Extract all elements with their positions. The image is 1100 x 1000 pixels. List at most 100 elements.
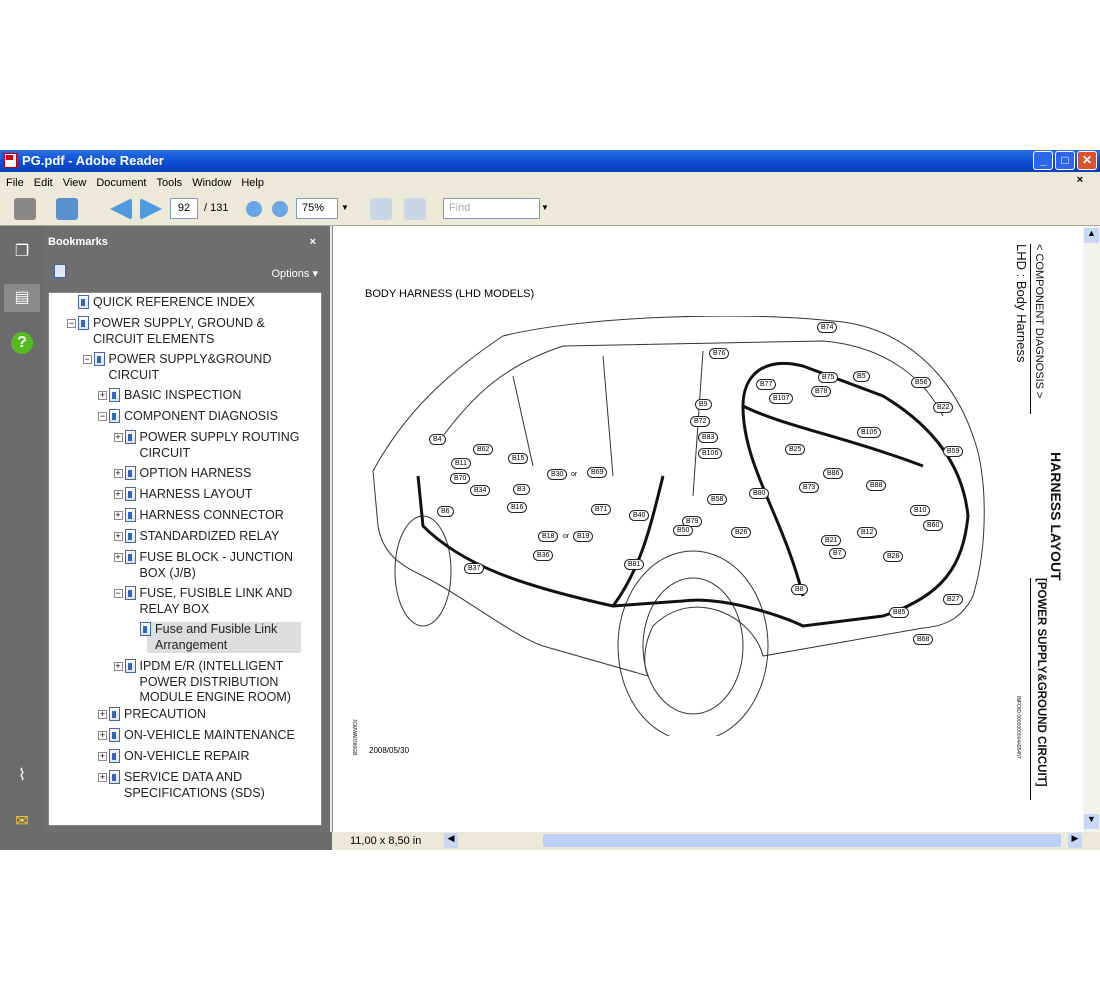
connector-label: B88	[866, 480, 887, 491]
collapse-icon[interactable]: −	[98, 412, 107, 421]
bookmark-label: QUICK REFERENCE INDEX	[93, 295, 255, 309]
fit-width-icon[interactable]	[370, 198, 392, 220]
menu-document[interactable]: Document	[96, 177, 146, 189]
menu-help[interactable]: Help	[241, 177, 264, 189]
bookmark-item[interactable]: + PRECAUTION	[98, 707, 301, 723]
bookmark-item[interactable]: + POWER SUPPLY ROUTING CIRCUIT	[113, 430, 302, 461]
expand-icon[interactable]: +	[113, 532, 123, 541]
zoom-in-icon[interactable]	[272, 201, 288, 217]
bookmark-item[interactable]: − POWER SUPPLY&GROUND CIRCUIT	[82, 352, 302, 383]
expand-icon[interactable]: +	[98, 391, 107, 400]
scroll-up-icon[interactable]: ▲	[1084, 228, 1099, 243]
connector-label: B59	[943, 446, 964, 457]
zoom-dropdown-icon[interactable]: ▼	[341, 203, 349, 212]
menu-view[interactable]: View	[63, 177, 87, 189]
next-page-icon[interactable]	[140, 198, 162, 220]
expand-icon[interactable]: +	[98, 731, 107, 740]
expand-icon[interactable]: +	[98, 710, 107, 719]
connector-label: B10	[910, 505, 931, 516]
bookmark-label: FUSE BLOCK - JUNCTION BOX (J/B)	[139, 550, 294, 580]
bookmark-item[interactable]: + ON-VEHICLE REPAIR	[98, 749, 301, 765]
connector-label: B16	[507, 502, 528, 513]
connector-label: B50	[673, 525, 694, 536]
front-wheel	[394, 515, 452, 627]
bookmark-label: SERVICE DATA AND SPECIFICATIONS (SDS)	[124, 770, 265, 800]
connector-label: B37	[464, 563, 485, 574]
find-input[interactable]: Find	[443, 198, 540, 219]
connector-label: B8	[791, 584, 808, 595]
scroll-right-icon[interactable]: ▶	[1068, 833, 1082, 848]
minimize-button[interactable]: _	[1033, 151, 1053, 170]
options-menu[interactable]: Options ▾	[272, 267, 319, 280]
bookmark-label: FUSE, FUSIBLE LINK AND RELAY BOX	[139, 586, 293, 616]
connector-label: B21	[821, 535, 842, 546]
bookmark-label: ON-VEHICLE MAINTENANCE	[124, 728, 295, 742]
find-dropdown-icon[interactable]: ▼	[541, 203, 549, 212]
connector-label: B9	[695, 399, 712, 410]
bookmark-item[interactable]: QUICK REFERENCE INDEX	[78, 295, 301, 311]
document-view: BODY HARNESS (LHD MODELS) < COMPONENT DI…	[332, 226, 1083, 832]
fit-page-icon[interactable]	[404, 198, 426, 220]
bookmark-item[interactable]: − FUSE, FUSIBLE LINK AND RELAY BOX	[113, 586, 302, 617]
expand-icon[interactable]: +	[113, 662, 123, 671]
bookmark-item[interactable]: − POWER SUPPLY, GROUND & CIRCUIT ELEMENTS	[67, 316, 301, 347]
bookmark-item[interactable]: + OPTION HARNESS	[113, 466, 302, 482]
expand-icon[interactable]: +	[98, 773, 107, 782]
close-document-icon[interactable]: ×	[1077, 174, 1083, 186]
email-icon[interactable]	[56, 198, 78, 220]
connector-label: B7	[829, 548, 846, 559]
bookmark-label: HARNESS LAYOUT	[139, 487, 253, 501]
menu-bar: File Edit View Document Tools Window Help ×	[0, 172, 1100, 192]
expand-icon[interactable]: +	[113, 433, 123, 442]
menu-file[interactable]: File	[6, 177, 24, 189]
collapse-icon[interactable]: −	[67, 319, 76, 328]
page-number-input[interactable]: 92	[170, 198, 198, 219]
expand-icon[interactable]: +	[113, 511, 123, 520]
attachments-icon[interactable]: ⌇	[8, 762, 36, 790]
bookmark-item[interactable]: + STANDARDIZED RELAY	[113, 529, 302, 545]
bookmark-item[interactable]: + FUSE BLOCK - JUNCTION BOX (J/B)	[113, 550, 302, 581]
collapse-icon[interactable]: −	[113, 589, 123, 598]
connector-label: B68	[913, 634, 934, 645]
connector-label: B72	[690, 416, 711, 427]
print-icon[interactable]	[14, 198, 36, 220]
horizontal-scroll-thumb[interactable]	[543, 834, 1061, 847]
zoom-out-icon[interactable]	[246, 201, 262, 217]
bookmark-label: IPDM E/R (INTELLIGENT POWER DISTRIBUTION…	[139, 659, 291, 704]
connector-label: B86	[823, 468, 844, 479]
bookmark-item[interactable]: + ON-VEHICLE MAINTENANCE	[98, 728, 301, 744]
bookmark-page-icon	[124, 586, 136, 600]
connector-label: B107	[769, 393, 794, 404]
expand-icon[interactable]: +	[113, 469, 123, 478]
bookmark-item[interactable]: + HARNESS LAYOUT	[113, 487, 302, 503]
bookmark-page-icon	[93, 352, 105, 366]
bookmarks-icon[interactable]: ▤	[4, 284, 40, 312]
maximize-button[interactable]: □	[1055, 151, 1075, 170]
close-bookmarks-icon[interactable]: ×	[310, 236, 316, 248]
zoom-level-select[interactable]: 75%	[296, 198, 338, 219]
bookmark-item[interactable]: + SERVICE DATA AND SPECIFICATIONS (SDS)	[98, 770, 301, 801]
bookmark-item[interactable]: Fuse and Fusible Link Arrangement	[140, 622, 301, 653]
page-total: / 131	[204, 202, 229, 214]
bookmark-options-icon[interactable]	[54, 264, 66, 278]
menu-edit[interactable]: Edit	[34, 177, 53, 189]
connector-label: B58	[707, 494, 728, 505]
vertical-scrollbar[interactable]: ▲ ▼	[1083, 226, 1100, 832]
menu-tools[interactable]: Tools	[157, 177, 183, 189]
scroll-down-icon[interactable]: ▼	[1084, 814, 1099, 829]
rear-wheel	[617, 550, 769, 736]
expand-icon[interactable]: +	[98, 752, 107, 761]
collapse-icon[interactable]: −	[82, 355, 92, 364]
bookmark-item[interactable]: + BASIC INSPECTION	[98, 388, 301, 404]
expand-icon[interactable]: +	[113, 490, 123, 499]
menu-window[interactable]: Window	[192, 177, 231, 189]
close-button[interactable]: ✕	[1077, 151, 1097, 170]
bookmark-item[interactable]: + HARNESS CONNECTOR	[113, 508, 302, 524]
expand-icon[interactable]: +	[113, 553, 123, 562]
help-icon[interactable]: ?	[11, 332, 33, 354]
bookmark-item[interactable]: + IPDM E/R (INTELLIGENT POWER DISTRIBUTIO…	[113, 659, 302, 706]
scroll-left-icon[interactable]: ◀	[444, 833, 458, 848]
pages-icon[interactable]: ❐	[8, 238, 36, 266]
bookmark-item[interactable]: − COMPONENT DIAGNOSIS	[98, 409, 301, 425]
previous-page-icon[interactable]	[110, 198, 132, 220]
